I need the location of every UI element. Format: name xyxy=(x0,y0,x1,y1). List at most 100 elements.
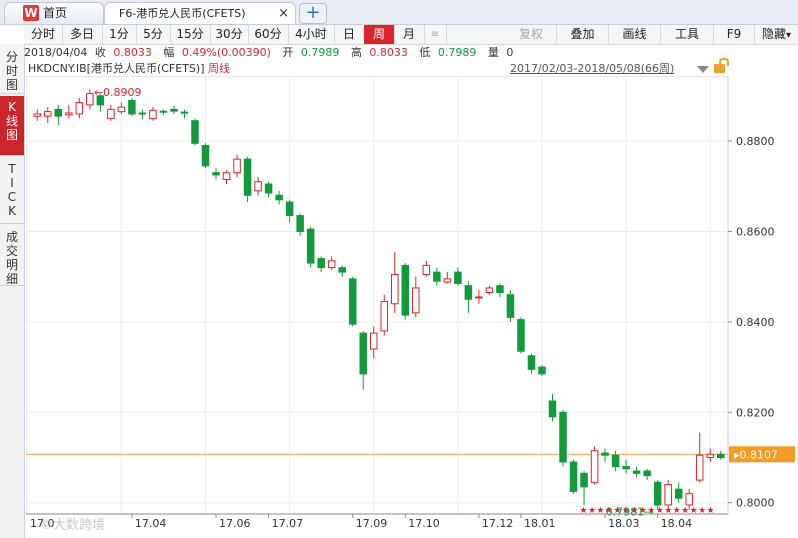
candle-body[interactable] xyxy=(191,120,199,144)
volume-label: 量 xyxy=(487,46,499,59)
candle-body[interactable] xyxy=(128,99,136,115)
toolbar-button-17[interactable]: 隐藏▾ xyxy=(755,25,798,44)
toolbar-button-8[interactable]: 日 xyxy=(334,25,365,44)
toolbar-button-7[interactable]: 4小时 xyxy=(288,25,335,44)
sidebar-item-1[interactable]: K线图 xyxy=(0,96,24,156)
candle-body[interactable] xyxy=(559,411,567,463)
candle-body[interactable] xyxy=(422,264,431,275)
candle-body[interactable] xyxy=(275,194,283,201)
candle-body[interactable] xyxy=(338,267,346,273)
candle-body[interactable] xyxy=(233,158,241,174)
candle-body[interactable] xyxy=(44,111,52,117)
candle-body[interactable] xyxy=(706,453,714,458)
candle-body[interactable] xyxy=(685,493,693,506)
candle-body[interactable] xyxy=(149,109,157,119)
toolbar-button-6[interactable]: 60分 xyxy=(248,25,289,44)
candle-body[interactable] xyxy=(538,366,546,375)
candle-body[interactable] xyxy=(580,472,588,488)
candle-body[interactable] xyxy=(590,450,599,483)
candle-body[interactable] xyxy=(569,461,578,492)
toolbar-button-9[interactable]: 周 xyxy=(364,25,395,44)
candle-body[interactable] xyxy=(369,332,378,350)
candle-body[interactable] xyxy=(317,258,325,269)
toolbar-button-1[interactable]: 多日 xyxy=(62,25,103,44)
toolbar-button-15[interactable]: 工具 xyxy=(661,25,714,44)
candle-body[interactable] xyxy=(54,108,63,117)
candle-body[interactable] xyxy=(464,285,473,300)
toolbar-button-0[interactable]: 分时 xyxy=(24,25,63,44)
candle-body[interactable] xyxy=(86,93,94,106)
lock-icon[interactable] xyxy=(714,58,729,73)
candle-body[interactable] xyxy=(359,332,367,375)
candle-body[interactable] xyxy=(117,106,126,113)
close-tab-icon[interactable]: × xyxy=(278,3,289,24)
candle-body[interactable] xyxy=(306,228,315,264)
candle-body[interactable] xyxy=(485,287,494,293)
candle-body[interactable] xyxy=(327,260,336,269)
candle-body[interactable] xyxy=(65,112,73,116)
candle-body[interactable] xyxy=(632,470,641,474)
toolbar-button-4[interactable]: 15分 xyxy=(170,25,211,44)
toolbar-button-2[interactable]: 1分 xyxy=(102,25,137,44)
y-tick-label: 0.8600 xyxy=(736,225,775,238)
candle-body[interactable] xyxy=(454,271,462,284)
candle-body[interactable] xyxy=(506,294,515,318)
y-tick-label: 0.8800 xyxy=(736,135,775,148)
candle-body[interactable] xyxy=(475,296,483,299)
sidebar-item-0[interactable]: 分时图 xyxy=(0,46,24,94)
list-icon[interactable]: ≡ xyxy=(424,25,447,44)
candle-body[interactable] xyxy=(443,278,452,283)
candle-body[interactable] xyxy=(412,287,420,314)
candle-body[interactable] xyxy=(527,355,536,370)
sidebar-item-3[interactable]: 成交明细 xyxy=(0,226,24,286)
candle-body[interactable] xyxy=(401,264,410,316)
new-tab-button[interactable]: + xyxy=(299,3,327,24)
candle-body[interactable] xyxy=(201,145,210,167)
candle-body[interactable] xyxy=(716,453,725,458)
candle-body[interactable] xyxy=(180,111,189,114)
candle-body[interactable] xyxy=(285,201,294,217)
candle-body[interactable] xyxy=(348,278,357,325)
candle-body[interactable] xyxy=(107,108,115,119)
candlestick-chart[interactable]: 0.8800 0.8600 0.8400 0.8200 0.8000 ▸0.8107 ←0.… xyxy=(26,76,798,536)
candle-body[interactable] xyxy=(433,271,441,282)
candle-body[interactable] xyxy=(622,466,630,470)
candle-body[interactable] xyxy=(380,301,389,332)
candle-body[interactable] xyxy=(643,470,651,477)
toolbar-button-10[interactable]: 月 xyxy=(394,25,425,44)
toolbar-button-3[interactable]: 5分 xyxy=(136,25,171,44)
candle-body[interactable] xyxy=(254,181,262,192)
candle-body[interactable] xyxy=(653,481,662,506)
toolbar-button-13[interactable]: 叠加 xyxy=(557,25,609,44)
toolbar-button-12[interactable]: 复权 xyxy=(506,25,557,44)
candle-body[interactable] xyxy=(296,215,304,232)
period-toolbar: 分时 多日 1分 5分 15分 30分 60分 4小时 日 周 月 ≡ 复权 叠加 画线 工具 F9 隐藏▾ xyxy=(24,25,798,45)
candle-body[interactable] xyxy=(601,452,609,456)
toolbar-button-16[interactable]: F9 xyxy=(714,25,755,44)
sidebar-item-2[interactable]: TICK xyxy=(0,158,24,224)
tab-hkdcny[interactable]: F6-港币兑人民币(CFETS) × xyxy=(104,2,296,24)
candle-body[interactable] xyxy=(695,454,704,481)
candle-body[interactable] xyxy=(222,172,231,180)
toolbar-button-14[interactable]: 画线 xyxy=(609,25,661,44)
candle-body[interactable] xyxy=(391,273,399,305)
candle-body[interactable] xyxy=(75,102,84,115)
candle-body[interactable] xyxy=(674,488,683,499)
candle-body[interactable] xyxy=(517,319,525,352)
candle-body[interactable] xyxy=(243,158,252,196)
candle-body[interactable] xyxy=(212,172,220,176)
tab-home[interactable]: W 首页 xyxy=(4,2,104,24)
candle-body[interactable] xyxy=(170,108,178,112)
candle-body[interactable] xyxy=(611,454,620,468)
event-markers[interactable]: ★★★★★★★★★★★★★★★★ xyxy=(580,506,716,516)
range-dropdown-icon[interactable] xyxy=(697,66,709,73)
candle-body[interactable] xyxy=(264,183,273,194)
date-range[interactable]: 2017/02/03-2018/05/08(66周) xyxy=(510,62,674,76)
candle-body[interactable] xyxy=(159,110,168,113)
candle-body[interactable] xyxy=(664,484,672,506)
candle-body[interactable] xyxy=(33,113,42,117)
candle-body[interactable] xyxy=(138,112,147,115)
candle-body[interactable] xyxy=(548,400,557,418)
toolbar-button-5[interactable]: 30分 xyxy=(210,25,249,44)
candle-body[interactable] xyxy=(496,285,504,293)
